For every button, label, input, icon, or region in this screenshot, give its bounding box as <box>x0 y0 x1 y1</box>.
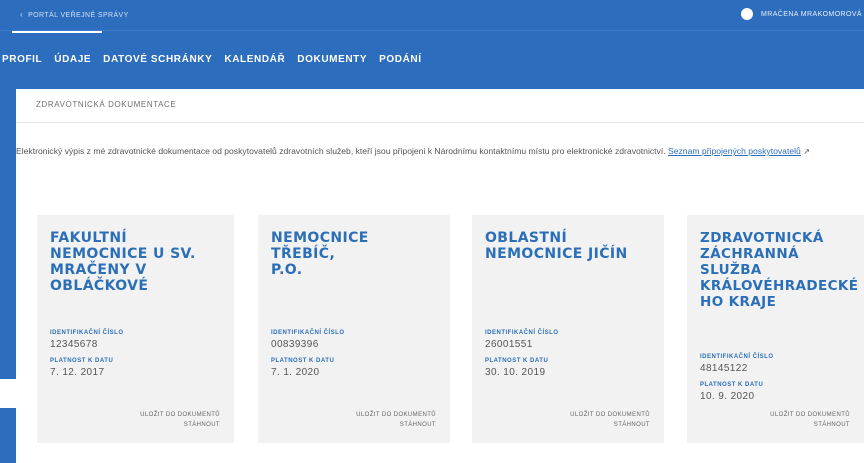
user-menu[interactable]: MRAČENA MRAKOMOROVÁ <box>741 8 862 20</box>
accent-stripe <box>0 88 16 379</box>
portal-label: PORTÁL VEŘEJNÉ SPRÁVY <box>28 12 129 19</box>
providers-link[interactable]: Seznam připojených poskytovatelů <box>668 146 801 156</box>
user-name: MRAČENA MRAKOMOROVÁ <box>761 10 862 18</box>
tab-udaje[interactable]: ÚDAJE <box>54 31 91 89</box>
valid-value: 10. 9. 2020 <box>700 391 755 402</box>
main-navigation: PROFIL ÚDAJE DATOVÉ SCHRÁNKY KALENDÁŘ DO… <box>0 30 864 89</box>
download-button[interactable]: STÁHNOUT <box>770 420 850 430</box>
avatar-icon <box>741 8 754 20</box>
valid-label: PLATNOST K DATU <box>485 358 549 364</box>
id-label: IDENTIFIKAČNÍ ČÍSLO <box>700 354 774 360</box>
tab-dokumenty[interactable]: DOKUMENTY <box>297 31 367 89</box>
id-label: IDENTIFIKAČNÍ ČÍSLO <box>271 330 345 336</box>
provider-name: OBLASTNÍ NEMOCNICE JIČÍN <box>485 230 628 262</box>
tab-profil[interactable]: PROFIL <box>2 31 103 89</box>
provider-name: NEMOCNICE TŘEBÍČ, P.O. <box>271 230 369 278</box>
tab-datove-schranky[interactable]: DATOVÉ SCHRÁNKY <box>103 31 212 89</box>
id-value: 48145122 <box>700 363 748 374</box>
chevron-left-icon: ‹ <box>20 10 24 19</box>
tab-kalendar[interactable]: KALENDÁŘ <box>224 31 285 89</box>
provider-card: FAKULTNÍ NEMOCNICE U SV. MRAČENY V OBLÁČ… <box>37 215 234 443</box>
save-to-documents-button[interactable]: ULOŽIT DO DOKUMENTŮ <box>356 410 436 420</box>
save-to-documents-button[interactable]: ULOŽIT DO DOKUMENTŮ <box>140 410 220 420</box>
divider <box>16 122 864 123</box>
accent-stripe <box>0 408 16 463</box>
valid-label: PLATNOST K DATU <box>700 382 764 388</box>
id-value: 00839396 <box>271 339 319 350</box>
external-link-icon: ↗ <box>803 147 810 156</box>
description-text: Elektronický výpis z mé zdravotnické dok… <box>16 146 666 156</box>
section-title: ZDRAVOTNICKÁ DOKUMENTACE <box>36 100 177 109</box>
tab-podani[interactable]: PODÁNÍ <box>379 31 422 89</box>
provider-card: NEMOCNICE TŘEBÍČ, P.O. IDENTIFIKAČNÍ ČÍS… <box>258 215 450 443</box>
valid-value: 7. 1. 2020 <box>271 367 320 378</box>
valid-label: PLATNOST K DATU <box>50 358 114 364</box>
provider-name: FAKULTNÍ NEMOCNICE U SV. MRAČENY V OBLÁČ… <box>50 230 196 294</box>
id-label: IDENTIFIKAČNÍ ČÍSLO <box>50 330 124 336</box>
download-button[interactable]: STÁHNOUT <box>570 420 650 430</box>
id-label: IDENTIFIKAČNÍ ČÍSLO <box>485 330 559 336</box>
valid-value: 7. 12. 2017 <box>50 367 105 378</box>
provider-card: ZDRAVOTNICKÁ ZÁCHRANNÁ SLUŽBA KRÁLOVÉHRA… <box>687 215 864 443</box>
valid-value: 30. 10. 2019 <box>485 367 546 378</box>
id-value: 12345678 <box>50 339 98 350</box>
section-description: Elektronický výpis z mé zdravotnické dok… <box>16 145 856 158</box>
save-to-documents-button[interactable]: ULOŽIT DO DOKUMENTŮ <box>770 410 850 420</box>
provider-card: OBLASTNÍ NEMOCNICE JIČÍN IDENTIFIKAČNÍ Č… <box>472 215 664 443</box>
portal-link[interactable]: ‹ PORTÁL VEŘEJNÉ SPRÁVY <box>20 10 129 19</box>
top-bar: ‹ PORTÁL VEŘEJNÉ SPRÁVY MRAČENA MRAKOMORO… <box>0 0 864 30</box>
provider-name: ZDRAVOTNICKÁ ZÁCHRANNÁ SLUŽBA KRÁLOVÉHRA… <box>700 230 859 310</box>
save-to-documents-button[interactable]: ULOŽIT DO DOKUMENTŮ <box>570 410 650 420</box>
id-value: 26001551 <box>485 339 533 350</box>
download-button[interactable]: STÁHNOUT <box>140 420 220 430</box>
download-button[interactable]: STÁHNOUT <box>356 420 436 430</box>
valid-label: PLATNOST K DATU <box>271 358 335 364</box>
